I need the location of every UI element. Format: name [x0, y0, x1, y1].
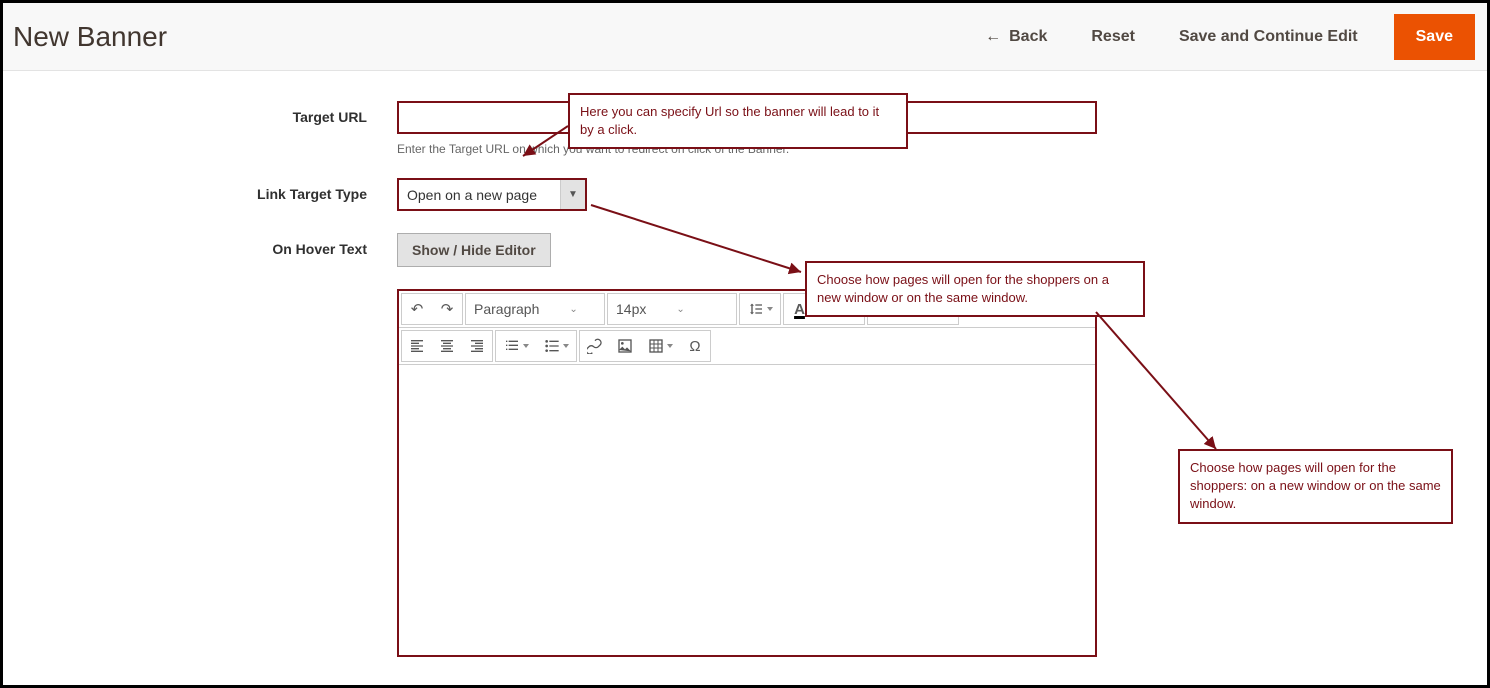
callout-link-target: Choose how pages will open for the shopp… [805, 261, 1145, 317]
align-center-icon[interactable] [432, 331, 462, 361]
special-char-icon[interactable]: Ω [680, 331, 710, 361]
editor-toolbar-row-2: Ω [399, 328, 1095, 365]
align-left-icon[interactable] [402, 331, 432, 361]
save-continue-label: Save and Continue Edit [1179, 28, 1358, 46]
show-hide-editor-button[interactable]: Show / Hide Editor [397, 233, 551, 267]
chevron-down-icon: ▼ [560, 180, 585, 209]
font-size-select[interactable]: 14px ⌄ [607, 293, 737, 325]
save-continue-button[interactable]: Save and Continue Edit [1157, 18, 1380, 56]
back-arrow-icon: ← [985, 28, 1001, 46]
callout-target-url: Here you can specify Url so the banner w… [568, 93, 908, 149]
table-icon[interactable] [640, 331, 680, 361]
link-target-type-select[interactable]: Open on a new page ▼ [397, 178, 587, 211]
save-label: Save [1416, 28, 1453, 45]
arrow-icon [1093, 309, 1223, 454]
numbered-list-icon[interactable] [496, 331, 536, 361]
on-hover-text-row: On Hover Text Show / Hide Editor [3, 233, 1487, 267]
image-icon[interactable] [610, 331, 640, 361]
link-target-type-label: Link Target Type [3, 178, 397, 202]
font-size-value: 14px [616, 301, 646, 317]
page-header: New Banner ← Back Reset Save and Continu… [3, 3, 1487, 71]
reset-label: Reset [1091, 28, 1135, 46]
back-button[interactable]: ← Back [963, 18, 1069, 56]
paragraph-select[interactable]: Paragraph ⌄ [465, 293, 605, 325]
on-hover-text-label: On Hover Text [3, 233, 397, 257]
page-title: New Banner [13, 21, 167, 53]
link-target-type-value: Open on a new page [399, 180, 560, 209]
target-url-label: Target URL [3, 101, 397, 125]
line-height-icon[interactable] [740, 294, 780, 324]
chevron-down-icon: ⌄ [569, 304, 577, 315]
link-target-type-row: Link Target Type Open on a new page ▼ [3, 178, 1487, 211]
callout-editor: Choose how pages will open for the shopp… [1178, 449, 1453, 524]
show-hide-editor-label: Show / Hide Editor [412, 242, 536, 258]
save-button[interactable]: Save [1394, 14, 1475, 60]
chevron-down-icon: ⌄ [676, 304, 684, 315]
header-actions: ← Back Reset Save and Continue Edit Save [963, 14, 1475, 60]
back-label: Back [1009, 28, 1047, 46]
link-icon[interactable] [580, 331, 610, 361]
align-right-icon[interactable] [462, 331, 492, 361]
wysiwyg-editor: ↶ ↷ Paragraph ⌄ 14px ⌄ [397, 289, 1097, 657]
paragraph-select-value: Paragraph [474, 301, 539, 317]
bullet-list-icon[interactable] [536, 331, 576, 361]
redo-icon[interactable]: ↷ [432, 294, 462, 324]
reset-button[interactable]: Reset [1069, 18, 1157, 56]
editor-content-area[interactable] [399, 365, 1095, 655]
form-area: Target URL Enter the Target URL on which… [3, 71, 1487, 657]
undo-icon[interactable]: ↶ [402, 294, 432, 324]
